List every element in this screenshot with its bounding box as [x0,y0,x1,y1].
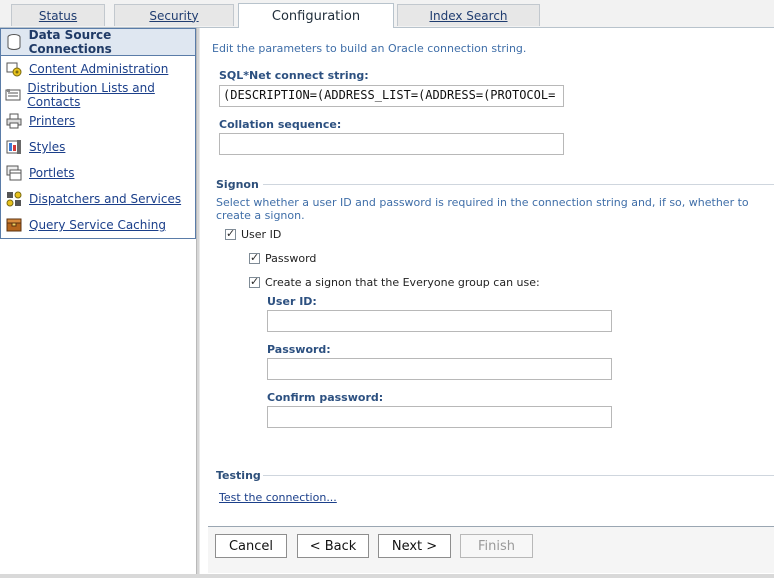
sidebar-item-label: Portlets [29,166,75,180]
signon-confirm-password-input[interactable] [267,406,612,428]
signon-password-input[interactable] [267,358,612,380]
tab-status[interactable]: Status [11,4,105,26]
database-icon [5,33,23,51]
sidebar-item-distribution-lists[interactable]: Distribution Lists and Contacts [1,81,195,109]
sqlnet-connect-string-input[interactable]: (DESCRIPTION=(ADDRESS_LIST=(ADDRESS=(PRO… [219,85,564,107]
password-checkbox[interactable]: ✓ [249,251,260,264]
sidebar-item-data-source-connections[interactable]: Data Source Connections [1,28,195,56]
sidebar-item-dispatchers-and-services[interactable]: Dispatchers and Services [1,186,195,212]
back-button[interactable]: < Back [297,534,369,558]
signon-user-id-label: User ID: [267,295,317,308]
tab-bar: Status Security Configuration Index Sear… [0,0,774,28]
check-icon: ✓ [226,227,236,240]
next-button[interactable]: Next > [378,534,451,558]
pane-splitter[interactable] [196,28,200,574]
sidebar-item-styles[interactable]: Styles [1,134,195,160]
sidebar-item-query-service-caching[interactable]: Query Service Caching [1,212,195,238]
sidebar-item-portlets[interactable]: Portlets [1,160,195,186]
address-book-icon [5,86,21,104]
signon-password-label: Password: [267,343,331,356]
sidebar-item-label: Printers [29,114,76,128]
window-bottom-border [0,574,774,578]
sqlnet-label: SQL*Net connect string: [219,69,369,82]
user-id-checkbox[interactable]: ✓ [225,227,236,240]
signon-help-text: Select whether a user ID and password is… [216,196,749,222]
sidebar-item-label: Content Administration [29,62,169,76]
tab-configuration[interactable]: Configuration [238,3,394,28]
signon-confirm-password-label: Confirm password: [267,391,384,404]
tab-security[interactable]: Security [114,4,234,26]
sidebar-item-printers[interactable]: Printers [1,108,195,134]
sidebar-item-content-administration[interactable]: Content Administration [1,56,195,82]
wizard-footer: Cancel < Back Next > Finish [208,527,774,573]
sidebar-item-label: Data Source Connections [28,28,112,56]
collation-label: Collation sequence: [219,118,342,131]
styles-icon [5,138,23,156]
password-checkbox-label: Password [265,252,317,265]
user-id-checkbox-row[interactable]: ✓ User ID [225,227,282,241]
signon-section-title: Signon [216,178,259,191]
everyone-signon-checkbox-row[interactable]: ✓ Create a signon that the Everyone grou… [249,275,540,289]
user-id-checkbox-label: User ID [241,228,282,241]
everyone-signon-checkbox-label: Create a signon that the Everyone group … [265,276,540,289]
printer-icon [5,112,23,130]
signon-divider [263,184,774,185]
check-icon: ✓ [250,275,260,288]
sidebar-item-label: Dispatchers and Services [29,192,182,206]
signon-user-id-input[interactable] [267,310,612,332]
sidebar-item-label: Styles [29,140,66,154]
testing-divider [263,475,774,476]
intro-text: Edit the parameters to build an Oracle c… [212,42,527,55]
portlets-icon [5,164,23,182]
sidebar: Data Source Connections Content Administ… [0,28,196,239]
main-content: Edit the parameters to build an Oracle c… [201,28,774,574]
sidebar-item-label: Query Service Caching [29,218,166,232]
content-admin-icon [5,60,23,78]
testing-section-title: Testing [216,469,261,482]
test-connection-link[interactable]: Test the connection... [219,491,337,504]
everyone-signon-checkbox[interactable]: ✓ [249,275,260,288]
password-checkbox-row[interactable]: ✓ Password [249,251,317,265]
check-icon: ✓ [250,251,260,264]
tab-index-search[interactable]: Index Search [397,4,540,26]
finish-button[interactable]: Finish [460,534,533,558]
cancel-button[interactable]: Cancel [215,534,287,558]
dispatchers-icon [5,190,23,208]
collation-sequence-input[interactable] [219,133,564,155]
sidebar-item-label: Distribution Lists and Contacts [27,81,155,109]
cache-icon [5,216,23,234]
